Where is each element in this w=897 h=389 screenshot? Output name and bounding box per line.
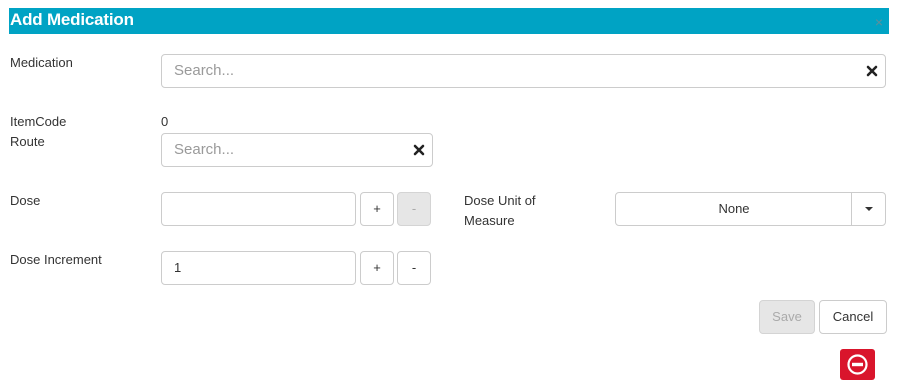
remove-button[interactable] xyxy=(840,349,875,380)
route-search-input[interactable]: Search... xyxy=(161,133,433,167)
dose-increment-value: 1 xyxy=(174,260,182,275)
clear-route-icon[interactable] xyxy=(412,143,426,157)
dose-unit-label: Dose Unit of Measure xyxy=(464,193,536,228)
dose-unit-selected: None xyxy=(718,201,750,216)
minus-circle-icon xyxy=(847,354,868,375)
dose-increment-minus-button[interactable]: - xyxy=(397,251,431,285)
cancel-button[interactable]: Cancel xyxy=(819,300,887,334)
item-code-label: ItemCode xyxy=(10,114,67,129)
route-label: Route xyxy=(10,134,45,149)
dose-increment-label: Dose Increment xyxy=(10,252,102,267)
dose-increment-button[interactable]: + xyxy=(360,192,394,226)
dose-input[interactable] xyxy=(161,192,356,226)
item-code-value: 0 xyxy=(161,114,169,129)
close-icon[interactable]: × xyxy=(875,15,883,29)
dialog-title: Add Medication xyxy=(10,10,134,29)
route-search-placeholder: Search... xyxy=(174,141,235,158)
medication-search-placeholder: Search... xyxy=(174,62,235,79)
dose-increment-input[interactable]: 1 xyxy=(161,251,356,285)
dose-increment-plus-button[interactable]: + xyxy=(360,251,394,285)
chevron-down-icon[interactable] xyxy=(851,193,885,225)
dialog-header: Add Medication × xyxy=(9,8,889,34)
dose-unit-select[interactable]: None xyxy=(615,192,886,226)
dose-decrement-button[interactable]: - xyxy=(397,192,431,226)
save-button[interactable]: Save xyxy=(759,300,815,334)
medication-label: Medication xyxy=(10,55,73,70)
medication-search-input[interactable]: Search... xyxy=(161,54,886,88)
clear-medication-icon[interactable] xyxy=(865,64,879,78)
dose-label: Dose xyxy=(10,193,41,208)
